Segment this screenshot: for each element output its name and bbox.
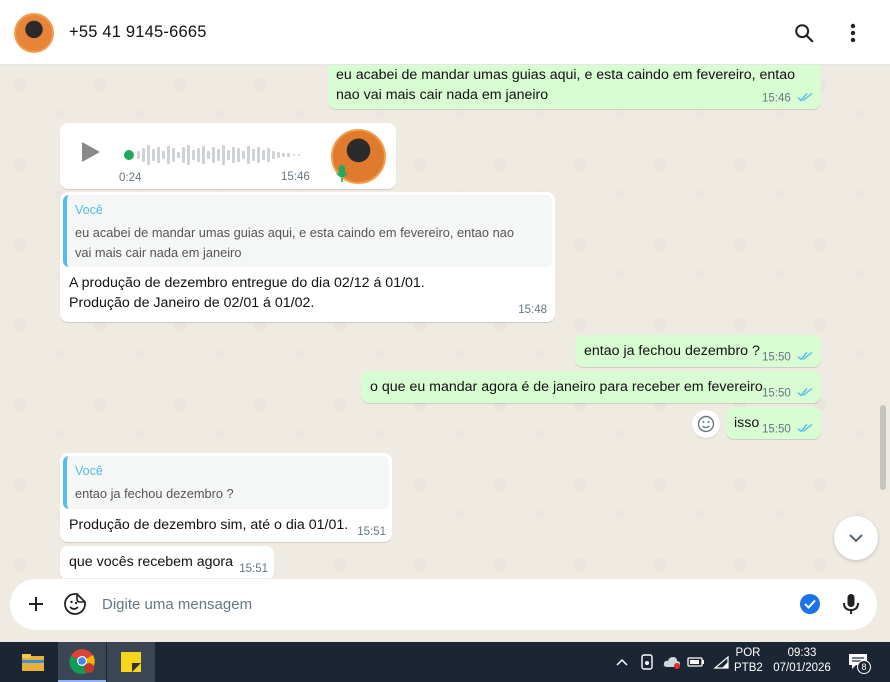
message-incoming[interactable]: que vocês recebem agora 15:51: [60, 546, 274, 578]
play-icon[interactable]: [80, 140, 102, 168]
quote-author: Você: [75, 203, 103, 217]
chat-header: +55 41 9145-6665: [0, 0, 890, 65]
quote-text: entao ja fechou dezembro ?: [75, 486, 234, 501]
language-code: POR: [735, 647, 761, 659]
emoji-reaction-icon[interactable]: [692, 410, 720, 438]
scroll-to-bottom-button[interactable]: [834, 516, 878, 560]
quoted-message[interactable]: Você entao ja fechou dezembro ?: [63, 456, 389, 509]
language-indicator[interactable]: POR PTB2: [734, 647, 763, 674]
message-text: Produção de dezembro sim, até o dia 01/0…: [69, 517, 349, 533]
message-meta: 15:50: [762, 351, 813, 364]
battery-icon[interactable]: [685, 642, 707, 682]
message-text: eu acabei de mandar umas guias aqui, e e…: [336, 67, 796, 83]
menu-dots-icon[interactable]: [839, 19, 867, 47]
message-meta: 15:50: [762, 387, 813, 400]
cloud-sync-icon[interactable]: [660, 642, 684, 682]
message-meta: 15:46: [762, 92, 813, 105]
contact-avatar[interactable]: [14, 13, 54, 53]
double-check-read-icon: [797, 351, 813, 364]
message-outgoing[interactable]: isso 15:50: [726, 407, 821, 439]
quote-text: vai mais cair nada em janeiro: [75, 245, 242, 260]
message-time: 15:46: [762, 92, 791, 105]
message-meta: 15:50: [762, 423, 813, 436]
clock-time: 09:33: [787, 647, 817, 659]
attach-plus-icon[interactable]: [24, 592, 48, 616]
message-time: 15:51: [357, 526, 386, 538]
microphone-icon[interactable]: [839, 592, 863, 616]
message-outgoing[interactable]: eu acabei de mandar umas guias aqui, e e…: [328, 65, 821, 109]
voice-message[interactable]: 0:24 15:46: [60, 123, 396, 189]
grammar-check-icon[interactable]: [800, 594, 820, 614]
voice-waveform[interactable]: [137, 142, 305, 168]
message-outgoing[interactable]: entao ja fechou dezembro ? 15:50: [575, 335, 821, 367]
microphone-icon: [336, 165, 348, 187]
message-time: 15:51: [239, 563, 268, 575]
sticker-icon[interactable]: [63, 592, 87, 616]
keyboard-layout: PTB2: [734, 662, 763, 674]
double-check-read-icon: [797, 92, 813, 105]
meet-now-icon[interactable]: [637, 642, 657, 682]
file-explorer-icon[interactable]: [9, 642, 57, 682]
message-text: isso: [734, 415, 760, 431]
message-incoming-reply[interactable]: Você entao ja fechou dezembro ? Produção…: [60, 453, 392, 542]
wifi-icon[interactable]: [710, 642, 732, 682]
message-time: 15:50: [762, 351, 791, 364]
message-text: entao ja fechou dezembro ?: [584, 343, 760, 359]
voice-duration: 0:24: [119, 172, 142, 184]
notification-center-icon[interactable]: 8: [842, 642, 874, 682]
message-text: Produção de Janeiro de 02/01 á 01/02.: [69, 295, 315, 311]
system-clock[interactable]: 09:33 07/01/2026: [768, 647, 836, 674]
message-time: 15:50: [762, 387, 791, 400]
chrome-taskbar-icon[interactable]: [58, 642, 106, 682]
message-incoming-reply[interactable]: Você eu acabei de mandar umas guias aqui…: [60, 192, 555, 322]
message-time: 15:46: [281, 171, 310, 183]
quote-author: Você: [75, 464, 103, 478]
double-check-read-icon: [797, 387, 813, 400]
message-text: nao vai mais cair nada em janeiro: [336, 87, 549, 103]
quote-text: eu acabei de mandar umas guias aqui, e e…: [75, 225, 514, 240]
os-taskbar: POR PTB2 09:33 07/01/2026 8: [0, 642, 890, 682]
playhead-dot[interactable]: [124, 150, 134, 160]
chat-scrollbar[interactable]: [880, 405, 886, 490]
message-time: 15:50: [762, 423, 791, 436]
chevron-down-icon: [849, 534, 863, 543]
notification-count-badge: 8: [857, 660, 871, 674]
message-text: que vocês recebem agora: [69, 554, 234, 570]
sticky-notes-icon[interactable]: [107, 642, 155, 682]
message-text: A produção de dezembro entregue do dia 0…: [69, 275, 425, 291]
contact-name[interactable]: +55 41 9145-6665: [69, 23, 207, 42]
chat-messages-area[interactable]: eu acabei de mandar umas guias aqui, e e…: [0, 65, 890, 578]
message-time: 15:48: [518, 304, 547, 316]
message-text: o que eu mandar agora é de janeiro para …: [370, 379, 763, 395]
message-outgoing[interactable]: o que eu mandar agora é de janeiro para …: [361, 371, 821, 403]
message-input[interactable]: [102, 591, 782, 617]
chevron-up-icon[interactable]: [611, 642, 633, 682]
double-check-read-icon: [797, 423, 813, 436]
search-icon[interactable]: [790, 19, 818, 47]
clock-date: 07/01/2026: [773, 662, 831, 674]
quoted-message[interactable]: Você eu acabei de mandar umas guias aqui…: [63, 195, 552, 267]
composer: [10, 579, 877, 630]
